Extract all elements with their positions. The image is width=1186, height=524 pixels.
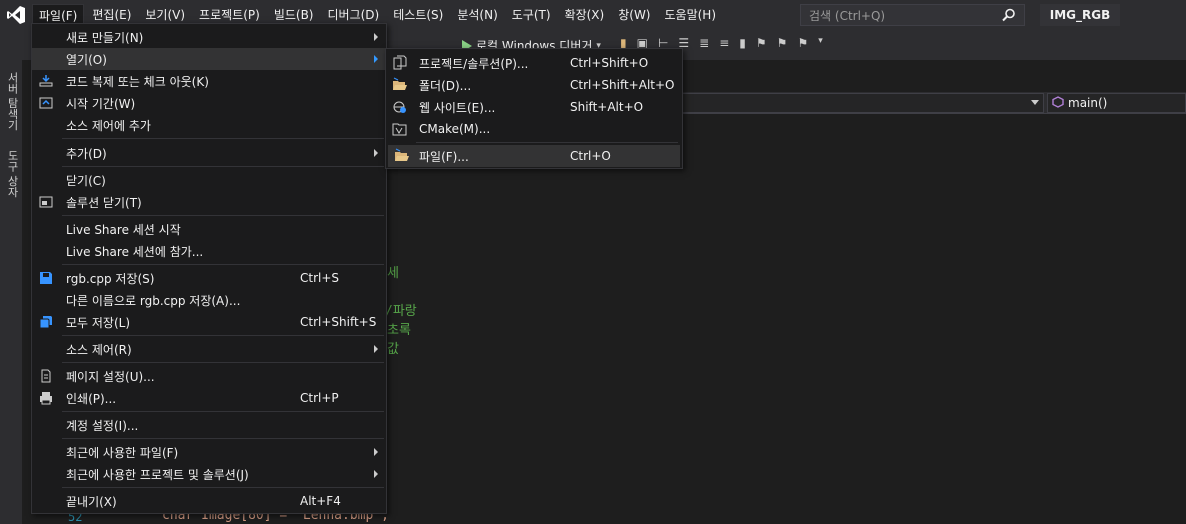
submenu-arrow-icon [374, 470, 378, 478]
menu-separator [62, 215, 384, 216]
save-icon [38, 270, 54, 286]
website-icon [392, 99, 408, 115]
menu-help[interactable]: 도움말(H) [659, 4, 723, 26]
menu-separator [62, 362, 384, 363]
bookmark-icon[interactable]: ▮ [739, 36, 746, 50]
code-comment-fragment: 세 [387, 266, 399, 281]
menu-separator [416, 142, 678, 143]
menu-analyze[interactable]: 분석(N) [451, 4, 503, 26]
start-window-icon [38, 95, 54, 111]
open-submenu: 프로젝트/솔루션(P)... Ctrl+Shift+O 폴더(D)... Ctr… [385, 48, 683, 169]
menu-separator [62, 138, 384, 139]
menu-separator [62, 487, 384, 488]
menu-page-setup[interactable]: 페이지 설정(U)... [32, 365, 386, 387]
menu-separator [62, 335, 384, 336]
visual-studio-logo-icon[interactable] [0, 0, 32, 30]
code-comment-fragment: /파랑 [385, 304, 417, 319]
cmake-icon [392, 121, 408, 137]
menu-separator [62, 166, 384, 167]
server-explorer-tab[interactable]: 서버 탐색기 [4, 72, 20, 131]
indent-icon[interactable]: ≣ [699, 36, 709, 50]
folder-open-icon [392, 77, 408, 93]
menu-recent-files[interactable]: 최근에 사용한 파일(F) [32, 441, 386, 463]
search-icon [1002, 8, 1016, 25]
menu-clone-checkout[interactable]: 코드 복제 또는 체크 아웃(K) [32, 70, 386, 92]
menu-exit[interactable]: 끝내기(X) Alt+F4 [32, 490, 386, 512]
outdent-icon[interactable]: ≡ [719, 36, 729, 50]
menu-add-to-source-control[interactable]: 소스 제어에 추가 [32, 114, 386, 136]
menu-add[interactable]: 추가(D) [32, 142, 386, 164]
menu-print[interactable]: 인쇄(P)... Ctrl+P [32, 387, 386, 409]
menu-new[interactable]: 새로 만들기(N) [32, 26, 386, 48]
clone-icon [38, 73, 54, 89]
menu-save-as[interactable]: 다른 이름으로 rgb.cpp 저장(A)... [32, 289, 386, 311]
file-open-icon [394, 148, 410, 164]
menu-tools[interactable]: 도구(T) [506, 4, 557, 26]
submenu-arrow-icon [374, 149, 378, 157]
menu-close[interactable]: 닫기(C) [32, 169, 386, 191]
chevron-down-icon [1031, 100, 1039, 105]
toolbox-tab[interactable]: 도구 상자 [4, 150, 20, 198]
toolbar-overflow-icon[interactable]: ▾ [818, 36, 823, 50]
open-cmake[interactable]: CMake(M)... [386, 118, 682, 140]
menu-open[interactable]: 열기(O) [32, 48, 386, 70]
submenu-arrow-icon [374, 345, 378, 353]
file-menu-dropdown: 새로 만들기(N) 열기(O) 코드 복제 또는 체크 아웃(K) 시작 기간(… [31, 23, 387, 514]
menu-live-share-start[interactable]: Live Share 세션 시작 [32, 218, 386, 240]
menu-account-settings[interactable]: 계정 설정(I)... [32, 414, 386, 436]
open-project-solution[interactable]: 프로젝트/솔루션(P)... Ctrl+Shift+O [386, 52, 682, 74]
prev-bookmark-icon[interactable]: ⚑ [777, 36, 788, 50]
menu-recent-projects[interactable]: 최근에 사용한 프로젝트 및 솔루션(J) [32, 463, 386, 485]
menu-source-control[interactable]: 소스 제어(R) [32, 338, 386, 360]
code-comment-fragment: 값 [387, 342, 399, 357]
menu-separator [62, 411, 384, 412]
code-comment-fragment: 초록 [387, 323, 411, 338]
open-website[interactable]: 웹 사이트(E)... Shift+Alt+O [386, 96, 682, 118]
submenu-arrow-icon [374, 55, 378, 63]
page-setup-icon [38, 368, 54, 384]
open-file[interactable]: 파일(F)... Ctrl+O [388, 145, 680, 167]
menu-live-share-join[interactable]: Live Share 세션에 참가... [32, 240, 386, 262]
vs-window: 파일(F) 편집(E) 보기(V) 프로젝트(P) 빌드(B) 디버그(D) 테… [0, 0, 1186, 524]
project-icon [392, 55, 408, 71]
close-solution-icon [38, 194, 54, 210]
member-label: main() [1068, 96, 1108, 110]
menu-separator [62, 438, 384, 439]
menu-test[interactable]: 테스트(S) [387, 4, 449, 26]
left-tool-strip: 서버 탐색기 도구 상자 [0, 60, 22, 524]
print-icon [38, 390, 54, 406]
menu-extensions[interactable]: 확장(X) [559, 4, 611, 26]
menu-save-all[interactable]: 모두 저장(L) Ctrl+Shift+S [32, 311, 386, 333]
save-all-icon [38, 314, 54, 330]
menu-save[interactable]: rgb.cpp 저장(S) Ctrl+S [32, 267, 386, 289]
menu-start-window[interactable]: 시작 기간(W) [32, 92, 386, 114]
member-dropdown[interactable]: main() [1047, 93, 1186, 113]
submenu-arrow-icon [374, 448, 378, 456]
scope-dropdown[interactable] [680, 93, 1044, 113]
menu-window[interactable]: 창(W) [612, 4, 656, 26]
clear-bookmark-icon[interactable]: ⚑ [797, 36, 808, 50]
project-title: IMG_RGB [1040, 4, 1120, 26]
menu-separator [62, 264, 384, 265]
menu-close-solution[interactable]: 솔루션 닫기(T) [32, 191, 386, 213]
method-icon [1052, 95, 1064, 111]
search-placeholder: 검색 (Ctrl+Q) [809, 8, 886, 23]
next-bookmark-icon[interactable]: ⚑ [756, 36, 767, 50]
open-folder[interactable]: 폴더(D)... Ctrl+Shift+Alt+O [386, 74, 682, 96]
submenu-arrow-icon [374, 33, 378, 41]
search-input[interactable]: 검색 (Ctrl+Q) [800, 4, 1025, 26]
